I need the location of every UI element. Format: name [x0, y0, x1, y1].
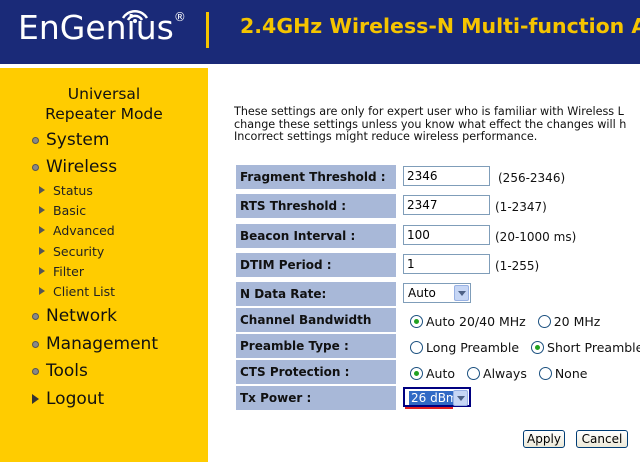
radio-unselected-icon[interactable]: [410, 341, 423, 354]
radio-bandwidth-auto[interactable]: Auto 20/40 MHz: [410, 314, 526, 329]
intro-line-1: These settings are only for expert user …: [234, 106, 624, 118]
preamble-type-label: Preamble Type :: [236, 334, 396, 358]
radio-cts-auto[interactable]: Auto: [410, 366, 455, 381]
rts-threshold-label: RTS Threshold :: [236, 194, 396, 218]
triangle-right-icon: [32, 394, 39, 404]
beacon-interval-input[interactable]: 100: [403, 225, 490, 245]
dtim-period-range: (1-255): [495, 259, 540, 273]
radio-unselected-icon[interactable]: [467, 367, 481, 380]
bullet-icon: [32, 368, 39, 375]
radio-bandwidth-auto-label: Auto 20/40 MHz: [426, 314, 526, 329]
highlight-underline: [405, 407, 453, 409]
brand-logo: EnGenius®: [18, 8, 186, 47]
nav-wireless-client-list[interactable]: Client List: [53, 284, 115, 299]
triangle-right-icon: [39, 267, 45, 275]
nav-wireless-advanced[interactable]: Advanced: [53, 223, 115, 238]
radio-unselected-icon[interactable]: [537, 315, 551, 328]
wifi-arcs-icon: [121, 9, 149, 23]
radio-preamble-long[interactable]: Long Preamble: [410, 340, 519, 355]
fragment-threshold-range: (256-2346): [498, 171, 566, 185]
n-data-rate-label: N Data Rate:: [236, 282, 396, 306]
preamble-type-radios: Long Preamble Short Preamble: [410, 340, 640, 355]
header-separator: [206, 12, 209, 48]
chevron-down-icon[interactable]: [454, 285, 469, 301]
tx-power-select[interactable]: 26 dBm: [403, 387, 471, 407]
nav-management[interactable]: Management: [46, 334, 158, 354]
mode-title-line2: Repeater Mode: [45, 105, 163, 123]
radio-preamble-short[interactable]: Short Preamble: [531, 340, 640, 355]
triangle-right-icon: [39, 186, 45, 194]
radio-cts-none-label: None: [554, 366, 588, 381]
bullet-icon: [32, 341, 39, 348]
registered-mark: ®: [173, 10, 186, 24]
nav-tools[interactable]: Tools: [46, 361, 88, 381]
radio-cts-always-label: Always: [483, 366, 527, 381]
mode-title: Universal Repeater Mode: [0, 84, 208, 124]
bullet-icon: [32, 137, 39, 144]
tx-power-label: Tx Power :: [236, 386, 396, 410]
beacon-interval-label: Beacon Interval :: [236, 224, 396, 248]
triangle-right-icon: [39, 206, 45, 214]
nav-wireless-filter[interactable]: Filter: [53, 264, 84, 279]
sidebar-divider: [208, 68, 214, 462]
intro-text: These settings are only for expert user …: [234, 106, 640, 144]
nav-wireless[interactable]: Wireless: [46, 157, 117, 177]
cancel-button[interactable]: Cancel: [576, 430, 628, 448]
n-data-rate-value: Auto: [408, 286, 436, 300]
n-data-rate-select[interactable]: Auto: [403, 283, 471, 303]
dtim-period-label: DTIM Period :: [236, 253, 396, 277]
fragment-threshold-label: Fragment Threshold :: [236, 165, 396, 189]
triangle-right-icon: [39, 247, 45, 255]
radio-cts-auto-label: Auto: [426, 366, 456, 381]
beacon-interval-range: (20-1000 ms): [495, 230, 577, 244]
radio-cts-none[interactable]: None: [538, 366, 588, 381]
rts-threshold-input[interactable]: 2347: [403, 195, 490, 215]
fragment-threshold-input[interactable]: 2346: [403, 166, 490, 186]
channel-bandwidth-radios: Auto 20/40 MHz 20 MHz: [410, 314, 608, 329]
cts-protection-radios: Auto Always None: [410, 366, 595, 381]
intro-line-3: Incorrect settings might reduce wireless…: [234, 130, 538, 143]
header-banner: EnGenius® 2.4GHz Wireless-N Multi-functi…: [0, 0, 640, 64]
radio-bandwidth-20[interactable]: 20 MHz: [537, 314, 601, 329]
nav-system[interactable]: System: [46, 130, 109, 150]
cts-protection-label: CTS Protection :: [236, 360, 396, 384]
chevron-down-icon[interactable]: [453, 390, 468, 406]
nav-logout[interactable]: Logout: [46, 389, 104, 409]
radio-selected-icon[interactable]: [410, 315, 423, 328]
radio-cts-always[interactable]: Always: [467, 366, 527, 381]
dtim-period-input[interactable]: 1: [403, 254, 490, 274]
radio-selected-icon[interactable]: [531, 341, 545, 354]
radio-bandwidth-20-label: 20 MHz: [553, 314, 601, 329]
sidebar: Universal Repeater Mode System Wireless …: [0, 68, 208, 462]
product-title: 2.4GHz Wireless-N Multi-function AP: [240, 14, 640, 38]
radio-selected-icon[interactable]: [410, 367, 423, 380]
triangle-right-icon: [39, 287, 45, 295]
mode-title-line1: Universal: [67, 85, 141, 103]
apply-button[interactable]: Apply: [523, 430, 565, 448]
rts-threshold-range: (1-2347): [495, 200, 547, 214]
nav-wireless-basic[interactable]: Basic: [53, 203, 86, 218]
nav-wireless-status[interactable]: Status: [53, 183, 93, 198]
radio-preamble-long-label: Long Preamble: [426, 340, 520, 355]
radio-unselected-icon[interactable]: [538, 367, 552, 380]
radio-preamble-short-label: Short Preamble: [547, 340, 640, 355]
bullet-icon: [32, 313, 39, 320]
triangle-right-icon: [39, 226, 45, 234]
channel-bandwidth-label: Channel Bandwidth: [236, 308, 396, 332]
nav-wireless-security[interactable]: Security: [53, 244, 104, 259]
bullet-icon: [32, 164, 39, 171]
nav-network[interactable]: Network: [46, 306, 117, 326]
